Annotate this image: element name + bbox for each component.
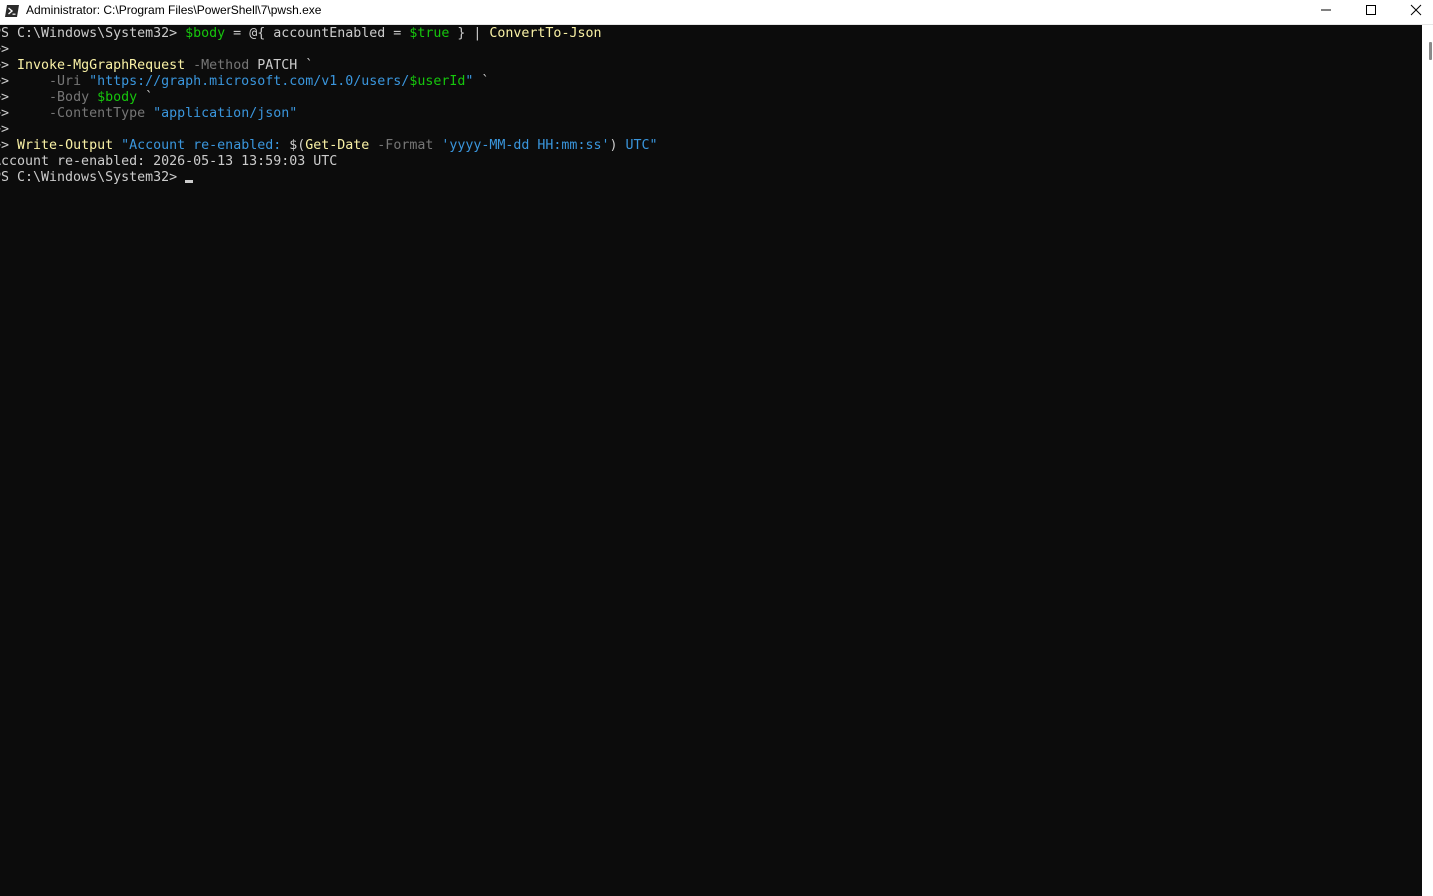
terminal-line: >> -Body $body ` — [0, 90, 153, 106]
terminal-token: $body — [97, 90, 138, 105]
terminal-token: >> — [0, 90, 10, 105]
terminal-token: -Body — [49, 90, 90, 105]
terminal-line: >> Write-Output "Account re-enabled: $(G… — [0, 138, 658, 154]
terminal-token: 'yyyy-MM-dd HH:mm:ss' — [433, 138, 610, 153]
terminal-token: $userId — [409, 74, 466, 89]
terminal-line: Account re-enabled: 2026-05-13 13:59:03 … — [0, 154, 337, 170]
terminal-line: >> -Uri "https://graph.microsoft.com/v1.… — [0, 74, 489, 90]
terminal-token: >> — [0, 122, 10, 137]
terminal-token: "application/json" — [145, 106, 298, 121]
terminal-token: accountEnabled — [273, 26, 386, 41]
terminal-token: Invoke-MgGraphRequest — [17, 58, 186, 73]
maximize-button[interactable] — [1348, 0, 1394, 24]
terminal-line: PS C:\Windows\System32> $body = @{ accou… — [0, 26, 601, 42]
terminal-token: >> — [0, 58, 10, 73]
terminal-token: "https://graph.microsoft.com/v1.0/users/ — [81, 74, 410, 89]
terminal-token: ` — [473, 74, 490, 89]
terminal-token: -ContentType — [49, 106, 146, 121]
terminal-line: >> — [0, 122, 17, 138]
terminal-token: >> — [0, 138, 10, 153]
text-cursor — [185, 180, 194, 183]
scrollbar-thumb[interactable] — [1429, 42, 1432, 60]
terminal-token: PS C:\Windows\System32> — [0, 26, 186, 41]
terminal-token: } | — [449, 26, 490, 41]
terminal-token: $true — [409, 26, 450, 41]
terminal-window: Administrator: C:\Program Files\PowerShe… — [0, 0, 1433, 896]
close-icon — [1410, 3, 1422, 21]
maximize-icon — [1365, 3, 1377, 21]
terminal-token: PATCH ` — [249, 58, 314, 73]
terminal-token: = — [385, 26, 410, 41]
terminal-line: >> -ContentType "application/json" — [0, 106, 297, 122]
terminal-token: PS C:\Windows\System32> — [0, 170, 186, 185]
terminal-line: >> Invoke-MgGraphRequest -Method PATCH ` — [0, 58, 313, 74]
terminal-token: Write-Output — [17, 138, 114, 153]
terminal-token: -Format — [369, 138, 434, 153]
terminal-token: "Account re-enabled: — [113, 138, 290, 153]
terminal-output[interactable]: PS C:\Windows\System32> $body = @{ accou… — [0, 25, 1422, 896]
terminal-token: = @{ — [225, 26, 274, 41]
terminal-token: ConvertTo-Json — [489, 26, 602, 41]
terminal-token: >> — [0, 42, 10, 57]
terminal-token: Account re-enabled: 2026-05-13 13:59:03 … — [0, 154, 338, 169]
terminal-token: >> — [0, 106, 10, 121]
terminal-token: $( — [289, 138, 306, 153]
title-bar[interactable]: Administrator: C:\Program Files\PowerShe… — [0, 0, 1433, 25]
terminal-token: Get-Date — [305, 138, 370, 153]
terminal-token: UTC" — [617, 138, 658, 153]
terminal-token: -Method — [185, 58, 250, 73]
minimize-button[interactable] — [1303, 0, 1349, 24]
powershell-icon — [5, 4, 19, 17]
terminal-line: >> — [0, 42, 17, 58]
minimize-icon — [1320, 3, 1332, 21]
vertical-scrollbar[interactable] — [1422, 25, 1433, 896]
terminal-token: >> — [0, 74, 10, 89]
close-button[interactable] — [1393, 0, 1433, 24]
terminal-line: PS C:\Windows\System32> — [0, 170, 194, 186]
terminal-token: ` — [137, 90, 154, 105]
window-title: Administrator: C:\Program Files\PowerShe… — [26, 3, 322, 17]
terminal-token: $body — [185, 26, 226, 41]
terminal-token: -Uri — [49, 74, 82, 89]
